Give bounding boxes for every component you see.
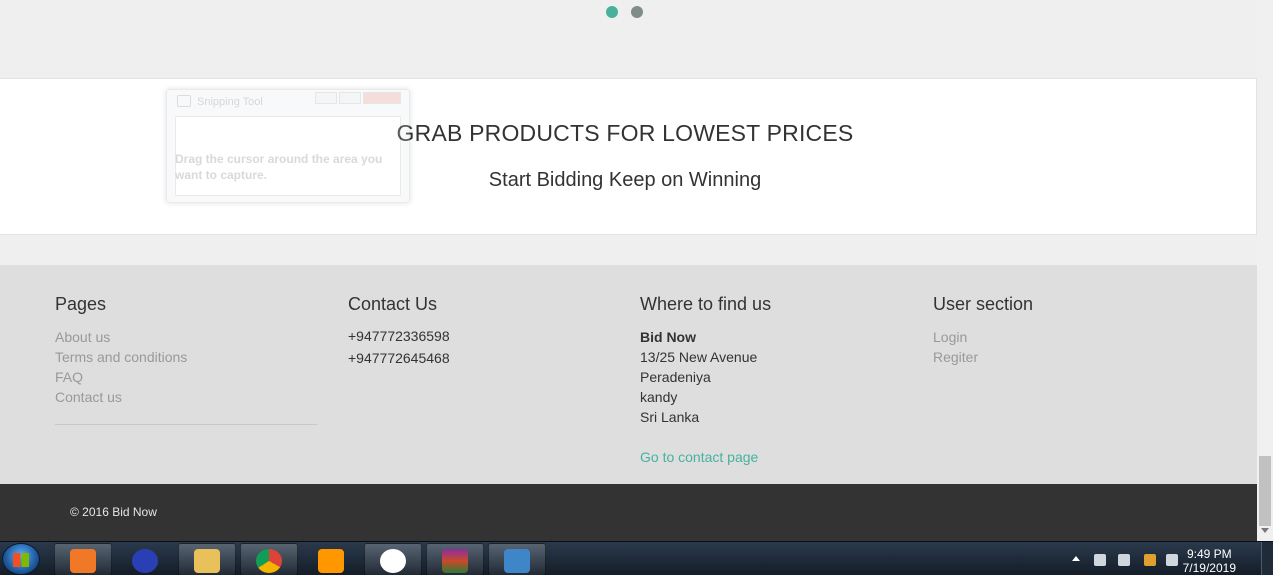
close-button[interactable] bbox=[363, 92, 401, 104]
start-button[interactable] bbox=[2, 543, 40, 575]
address-line: Sri Lanka bbox=[640, 409, 700, 425]
where-heading: Where to find us bbox=[640, 294, 772, 314]
maximize-button[interactable] bbox=[339, 92, 361, 104]
system-tray: 9:49 PM 7/19/2019 bbox=[1068, 542, 1258, 575]
pages-heading: Pages bbox=[55, 294, 107, 314]
site-footer: Pages About us Terms and conditions FAQ … bbox=[0, 265, 1257, 484]
login-link[interactable]: Login bbox=[933, 327, 1033, 347]
windows-logo-icon bbox=[13, 553, 29, 567]
snipping-tool-title: Snipping Tool bbox=[197, 96, 263, 108]
taskbar-app-emoji[interactable] bbox=[364, 543, 422, 575]
contact-page-link[interactable]: Go to contact page bbox=[640, 447, 771, 467]
chrome-icon bbox=[256, 549, 282, 573]
scroll-down-arrow-icon[interactable] bbox=[1261, 528, 1269, 533]
scissors-icon bbox=[177, 95, 191, 107]
footer-link-terms[interactable]: Terms and conditions bbox=[55, 347, 187, 367]
taskbar-app-sublime[interactable] bbox=[302, 543, 360, 575]
windows-taskbar: 9:49 PM 7/19/2019 bbox=[0, 541, 1273, 575]
tray-app-icon[interactable] bbox=[1118, 554, 1130, 566]
footer-link-faq[interactable]: FAQ bbox=[55, 367, 187, 387]
sublime-text-icon bbox=[318, 549, 344, 573]
scrollbar-thumb[interactable] bbox=[1259, 456, 1271, 526]
show-hidden-icons-icon[interactable] bbox=[1072, 556, 1080, 561]
taskbar-app-chrome[interactable] bbox=[240, 543, 298, 575]
footer-location-column: Where to find us Bid Now 13/25 New Avenu… bbox=[640, 294, 771, 467]
emoji-app-icon bbox=[380, 549, 406, 573]
winrar-icon bbox=[442, 549, 468, 573]
company-name: Bid Now bbox=[640, 329, 696, 345]
taskbar-app-explorer[interactable] bbox=[178, 543, 236, 575]
snipping-tool-hint: Drag the cursor around the area you want… bbox=[175, 152, 383, 182]
copyright-text: © 2016 Bid Now bbox=[70, 505, 157, 519]
taskbar-app-winrar[interactable] bbox=[426, 543, 484, 575]
address-line: kandy bbox=[640, 389, 678, 405]
taskbar-app-eclipse[interactable] bbox=[116, 543, 174, 575]
register-link[interactable]: Regiter bbox=[933, 347, 1033, 367]
action-center-icon[interactable] bbox=[1094, 554, 1106, 566]
window-controls bbox=[315, 92, 401, 104]
eclipse-icon bbox=[132, 549, 158, 573]
address-line: 13/25 New Avenue bbox=[640, 349, 758, 365]
pages-divider bbox=[55, 424, 317, 425]
footer-link-about[interactable]: About us bbox=[55, 327, 187, 347]
carousel-dot-1[interactable] bbox=[606, 6, 618, 18]
taskbar-app-xampp[interactable] bbox=[54, 543, 112, 575]
carousel-indicators bbox=[606, 6, 643, 18]
minimize-button[interactable] bbox=[315, 92, 337, 104]
network-icon[interactable] bbox=[1144, 554, 1156, 566]
page-scrollbar[interactable] bbox=[1257, 0, 1273, 541]
footer-link-contact[interactable]: Contact us bbox=[55, 387, 187, 407]
contact-heading: Contact Us bbox=[348, 294, 438, 314]
snipping-tool-window[interactable]: Snipping Tool Drag the cursor around the… bbox=[166, 89, 410, 203]
show-desktop-button[interactable] bbox=[1261, 542, 1273, 575]
clock-time: 9:49 PM bbox=[1186, 547, 1232, 561]
phone-number: +947772645468 bbox=[348, 350, 450, 366]
footer-contact-column: Contact Us +947772336598 +947772645468 bbox=[348, 294, 450, 371]
photo-viewer-icon bbox=[504, 549, 530, 573]
xampp-icon bbox=[70, 549, 96, 573]
carousel-dot-2[interactable] bbox=[631, 6, 643, 18]
user-heading: User section bbox=[933, 294, 1034, 314]
footer-user-column: User section Login Regiter bbox=[933, 294, 1033, 367]
volume-muted-icon[interactable] bbox=[1166, 554, 1178, 566]
clock-date: 7/19/2019 bbox=[1182, 561, 1236, 575]
address-line: Peradeniya bbox=[640, 369, 711, 385]
copyright-bar: © 2016 Bid Now bbox=[0, 484, 1257, 541]
footer-pages-column: Pages About us Terms and conditions FAQ … bbox=[55, 294, 187, 407]
system-clock[interactable]: 9:49 PM 7/19/2019 bbox=[1183, 547, 1236, 575]
taskbar-app-photos[interactable] bbox=[488, 543, 546, 575]
file-explorer-icon bbox=[194, 549, 220, 573]
